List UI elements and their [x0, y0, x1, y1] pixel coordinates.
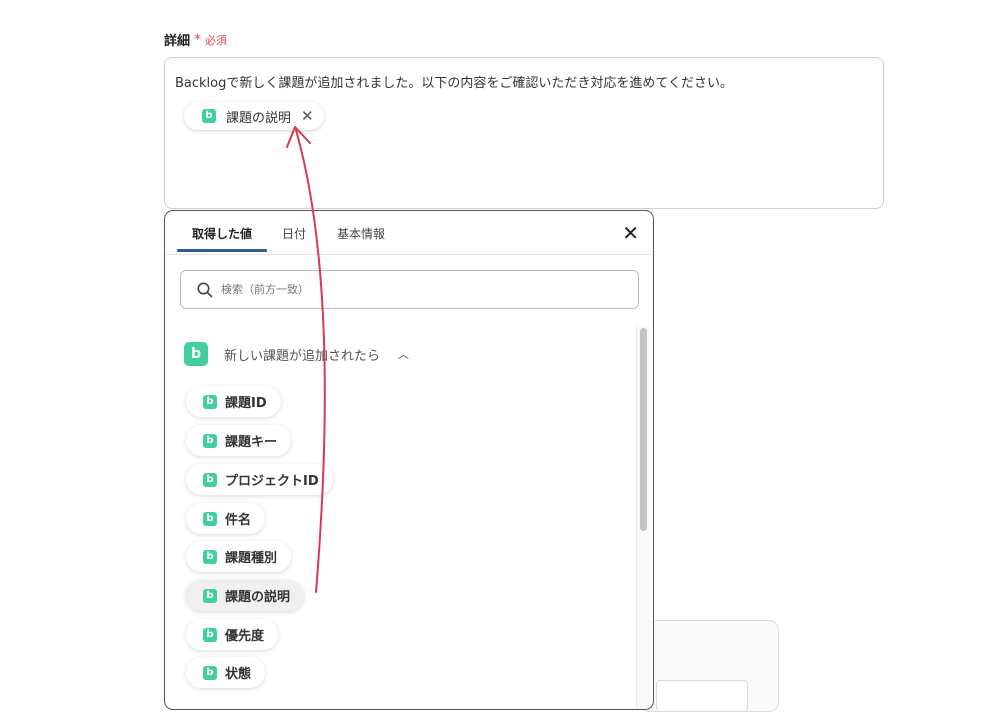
backlog-icon: b [203, 549, 217, 564]
section-title: 新しい課題が追加されたら [224, 348, 381, 364]
list-item-label: 状態 [225, 667, 252, 682]
section-header[interactable]: b 新しい課題が追加されたら ︿ [184, 342, 409, 366]
list-item[interactable]: b 優先度 [186, 619, 279, 650]
backlog-icon: b [203, 511, 217, 526]
backlog-icon: b [203, 472, 217, 487]
list-item[interactable]: b 件名 [186, 503, 266, 534]
variable-picker-panel: 取得した値 日付 基本情報 ✕ b 新しい課題が追加されたら ︿ b 課題ID … [164, 210, 654, 710]
list-item-label: 課題の説明 [225, 590, 291, 605]
tab-acquired-values[interactable]: 取得した値 [192, 225, 252, 242]
required-star: * [194, 31, 202, 48]
close-icon[interactable]: ✕ [622, 223, 639, 243]
inserted-variable-chip[interactable]: b 課題の説明 ✕ [184, 102, 324, 130]
search-box[interactable] [180, 270, 639, 309]
list-item[interactable]: b 状態 [186, 657, 266, 688]
textarea-content[interactable]: Backlogで新しく課題が追加されました。以下の内容をご確認いただき対応を進め… [175, 72, 733, 91]
backlog-icon: b [203, 433, 217, 448]
background-input [656, 680, 748, 712]
list-item-label: プロジェクトID [225, 474, 319, 489]
remove-chip-icon[interactable]: ✕ [301, 107, 314, 125]
list-item[interactable]: b 課題キー [186, 425, 292, 456]
detail-textarea[interactable]: Backlogで新しく課題が追加されました。以下の内容をご確認いただき対応を進め… [164, 57, 884, 209]
required-text: 必須 [205, 33, 228, 47]
list-item-label: 課題ID [225, 396, 267, 411]
list-item[interactable]: b 課題種別 [186, 541, 292, 572]
backlog-icon: b [184, 342, 208, 366]
list-item-label: 課題種別 [225, 551, 278, 566]
field-label: 詳細 * 必須 [164, 30, 228, 50]
backlog-icon: b [203, 627, 217, 642]
search-input[interactable] [219, 282, 603, 297]
list-item[interactable]: b 課題ID [186, 386, 281, 417]
active-tab-indicator [177, 249, 267, 252]
field-label-text: 詳細 [164, 34, 191, 49]
list-item-label: 件名 [225, 513, 252, 528]
list-item-label: 課題キー [225, 435, 278, 450]
scrollbar-thumb[interactable] [640, 328, 647, 531]
list-item-hovered[interactable]: b 課題の説明 [186, 580, 305, 611]
tab-bar: 取得した値 日付 基本情報 ✕ [165, 211, 653, 255]
backlog-icon: b [203, 394, 217, 409]
backlog-icon: b [203, 665, 217, 680]
chevron-up-icon[interactable]: ︿ [398, 346, 409, 362]
chip-label: 課題の説明 [226, 110, 292, 126]
backlog-icon: b [203, 588, 217, 603]
list-item-label: 優先度 [225, 629, 265, 644]
list-item[interactable]: b プロジェクトID [186, 464, 333, 495]
tab-date[interactable]: 日付 [282, 225, 306, 242]
backlog-icon: b [202, 109, 216, 123]
tab-basic-info[interactable]: 基本情報 [337, 225, 385, 242]
search-icon [197, 282, 213, 297]
